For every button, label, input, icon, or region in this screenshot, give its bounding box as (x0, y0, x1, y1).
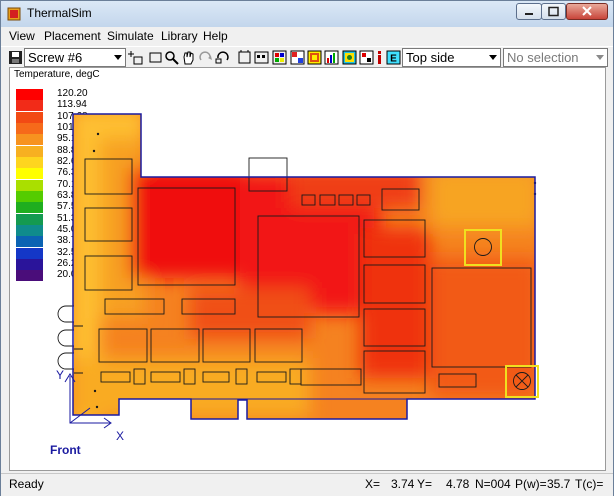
component-tool-icon[interactable] (254, 50, 269, 65)
y-axis-label: Y (56, 368, 64, 382)
layer-view-icon[interactable] (342, 50, 357, 65)
pan-hand-icon[interactable] (181, 50, 196, 65)
chart-view-icon[interactable] (324, 50, 339, 65)
color-map-icon[interactable] (307, 50, 322, 65)
menu-library[interactable]: Library (161, 29, 198, 43)
add-object-icon[interactable] (128, 50, 143, 65)
maximize-icon (548, 6, 559, 17)
chevron-down-icon (596, 55, 604, 60)
svg-text:E: E (390, 54, 397, 65)
board-canvas[interactable]: Temperature, degC 120.20 113.94 107.68 101.… (9, 67, 606, 471)
status-p-label: P(w)= (515, 477, 547, 491)
status-t-label: T(c)= (575, 477, 604, 491)
menu-help[interactable]: Help (203, 29, 228, 43)
status-bar: Ready X= 3.74 Y= 4.78 N=004 P(w)= 35.7 T… (1, 473, 613, 496)
app-icon (7, 7, 21, 21)
status-y-label: Y= (417, 477, 433, 491)
app-window: ThermalSim View Placement Simulate Libra… (0, 0, 614, 496)
redo-icon[interactable] (198, 50, 213, 65)
close-button[interactable] (566, 3, 608, 20)
x-axis-label: X (116, 429, 124, 443)
title-bar: ThermalSim (1, 1, 613, 27)
status-x-label: X= (365, 477, 381, 491)
connector (57, 329, 74, 347)
close-icon (582, 6, 592, 16)
rectangle-tool-icon[interactable] (237, 50, 252, 65)
info-icon[interactable] (372, 50, 387, 65)
selection-select-value: No selection (507, 50, 579, 65)
select-rect-icon[interactable] (148, 50, 163, 65)
e-button-icon[interactable]: E (386, 50, 401, 65)
undo-icon[interactable] (215, 50, 230, 65)
menu-simulate[interactable]: Simulate (107, 29, 154, 43)
status-n-value: N=004 (475, 477, 511, 491)
object-select[interactable]: Screw #6 (24, 48, 126, 67)
minimize-icon (525, 13, 533, 15)
connector (57, 352, 74, 370)
menu-placement[interactable]: Placement (44, 29, 101, 43)
status-text: Ready (9, 477, 44, 491)
menu-bar: View Placement Simulate Library Help (1, 27, 613, 45)
front-label: Front (50, 443, 81, 457)
zoom-icon[interactable] (164, 50, 179, 65)
object-select-value: Screw #6 (28, 50, 83, 65)
save-icon[interactable] (8, 50, 23, 65)
window-title: ThermalSim (27, 6, 92, 20)
selection-select[interactable]: No selection (503, 48, 608, 67)
status-y-value: 4.78 (446, 477, 470, 491)
menu-view[interactable]: View (9, 29, 35, 43)
side-select[interactable]: Top side (402, 48, 501, 67)
connector (57, 305, 74, 323)
minimize-button[interactable] (516, 3, 542, 20)
status-p-value: 35.7 (547, 477, 571, 491)
board-thermal-map[interactable]: Y X Front (10, 68, 606, 471)
toolbar: Screw #6 E Top side No selection (1, 46, 613, 68)
side-select-value: Top side (406, 50, 455, 65)
thermal-map-icon[interactable] (272, 50, 287, 65)
chevron-down-icon (114, 55, 122, 60)
maximize-button[interactable] (541, 3, 566, 20)
chevron-down-icon (489, 55, 497, 60)
status-x-value: 3.74 (391, 477, 415, 491)
grid-view-icon[interactable] (290, 50, 305, 65)
